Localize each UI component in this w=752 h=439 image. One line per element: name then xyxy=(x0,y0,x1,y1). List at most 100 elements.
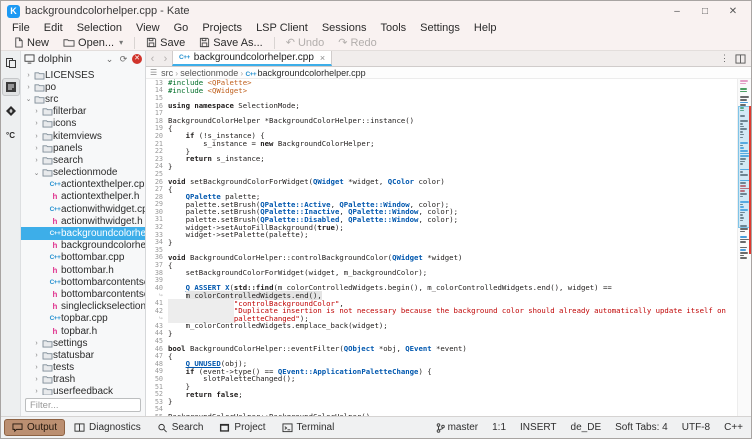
tree-item-tests[interactable]: ›tests xyxy=(21,362,145,374)
tree-expand-arrow[interactable]: ⌄ xyxy=(32,169,41,177)
status-utf-8[interactable]: UTF-8 xyxy=(682,422,710,433)
tree-item-licenses[interactable]: ›LICENSES xyxy=(21,69,145,81)
code-lines[interactable]: 13#include <QPalette>14#include <QWidget… xyxy=(146,79,737,416)
minimap-scrollbar[interactable] xyxy=(737,79,751,416)
code-line[interactable]: 53} xyxy=(146,398,737,406)
tree-expand-arrow[interactable]: › xyxy=(32,120,41,127)
tree-expand-arrow[interactable]: › xyxy=(32,340,41,347)
tree-expand-arrow[interactable]: › xyxy=(32,108,41,115)
status-de-de[interactable]: de_DE xyxy=(571,422,602,433)
tree-item-singleclickselectionproxy-[interactable]: hsingleclickselectionproxy... xyxy=(21,301,145,313)
status-master[interactable]: master xyxy=(436,422,479,433)
project-switch-chevron-icon[interactable]: ⌄ xyxy=(104,54,115,65)
code-line[interactable]: 33 widget->setPalette(palette); xyxy=(146,231,737,239)
code-line[interactable]: 24} xyxy=(146,163,737,171)
code-line[interactable]: 34} xyxy=(146,238,737,246)
open-button[interactable]: Open...▾ xyxy=(56,35,130,50)
close-button[interactable]: ✕ xyxy=(719,2,747,20)
menu-edit[interactable]: Edit xyxy=(37,21,70,35)
tree-item-kitemviews[interactable]: ›kitemviews xyxy=(21,130,145,142)
tree-item-topbar-cpp[interactable]: C++topbar.cpp xyxy=(21,313,145,325)
menu-settings[interactable]: Settings xyxy=(413,21,467,35)
open-dropdown-arrow[interactable]: ▾ xyxy=(119,38,123,47)
tree-item-bottombar-h[interactable]: hbottombar.h xyxy=(21,264,145,276)
git-tool-button[interactable] xyxy=(2,102,20,120)
tree-item-settings[interactable]: ›settings xyxy=(21,337,145,349)
minimize-button[interactable]: – xyxy=(663,2,691,20)
tree-filter-input[interactable] xyxy=(25,398,141,412)
menu-lsp-client[interactable]: LSP Client xyxy=(249,21,315,35)
tree-expand-arrow[interactable]: › xyxy=(32,157,41,164)
redo-button[interactable]: ↷Redo xyxy=(331,35,384,50)
tree-expand-arrow[interactable]: › xyxy=(24,72,33,79)
menu-view[interactable]: View xyxy=(129,21,167,35)
tree-item-userfeedback[interactable]: ›userfeedback xyxy=(21,386,145,395)
code-line[interactable]: 26void setBackgroundColorForWidget(QWidg… xyxy=(146,178,737,186)
code-line[interactable]: 23 return s_instance; xyxy=(146,155,737,163)
tree-item-trash[interactable]: ›trash xyxy=(21,374,145,386)
status-c++[interactable]: C++ xyxy=(724,422,743,433)
tab-backgroundcolorhelper[interactable]: C++ backgroundcolorhelper.cpp × xyxy=(172,51,332,66)
tree-expand-arrow[interactable]: › xyxy=(32,145,41,152)
tree-expand-arrow[interactable]: › xyxy=(32,376,41,383)
tree-item-backgroundcolorhelper-c-[interactable]: C++backgroundcolorhelper.c... xyxy=(21,227,145,239)
menu-file[interactable]: File xyxy=(5,21,37,35)
code-line[interactable]: 14#include <QWidget> xyxy=(146,87,737,95)
menu-tools[interactable]: Tools xyxy=(373,21,413,35)
save-button[interactable]: Save xyxy=(139,35,192,50)
tree-item-search[interactable]: ›search xyxy=(21,154,145,166)
code-line[interactable]: 50 slotPaletteChanged(); xyxy=(146,375,737,383)
tree-item-actionwithwidget-cpp[interactable]: C++actionwithwidget.cpp xyxy=(21,203,145,215)
tree-item-topbar-h[interactable]: htopbar.h xyxy=(21,325,145,337)
tab-close-icon[interactable]: × xyxy=(318,53,325,63)
toolview-button-output[interactable]: Output xyxy=(4,419,65,436)
toolview-button-search[interactable]: Search xyxy=(150,420,211,435)
menu-sessions[interactable]: Sessions xyxy=(315,21,374,35)
symbols-tool-button[interactable]: °C xyxy=(2,126,20,144)
tab-options-kebab-icon[interactable]: ⋮ xyxy=(720,53,729,64)
refresh-icon[interactable]: ⟳ xyxy=(118,54,129,65)
tree-item-po[interactable]: ›po xyxy=(21,81,145,93)
menu-help[interactable]: Help xyxy=(467,21,504,35)
code-line[interactable]: 36void BackgroundColorHelper::controlBac… xyxy=(146,254,737,262)
breadcrumb-file[interactable]: backgroundcolorhelper.cpp xyxy=(258,68,366,78)
tree-expand-arrow[interactable]: ⌄ xyxy=(24,95,33,103)
tree-item-actiontexthelper-cpp[interactable]: C++actiontexthelper.cpp xyxy=(21,179,145,191)
close-project-icon[interactable]: ✕ xyxy=(132,54,142,64)
save-as-button[interactable]: Save As... xyxy=(192,35,270,50)
tree-expand-arrow[interactable]: › xyxy=(32,133,41,140)
status-insert[interactable]: INSERT xyxy=(520,422,557,433)
code-line[interactable]: 16using namespace SelectionMode; xyxy=(146,102,737,110)
tree-expand-arrow[interactable]: › xyxy=(32,364,41,371)
history-forward-icon[interactable]: › xyxy=(159,51,172,66)
code-line[interactable]: 52 return false; xyxy=(146,390,737,398)
toolview-button-project[interactable]: Project xyxy=(212,420,272,435)
toolview-button-terminal[interactable]: Terminal xyxy=(275,420,342,435)
history-back-icon[interactable]: ‹ xyxy=(146,51,159,66)
hamburger-icon[interactable]: ☰ xyxy=(150,68,157,77)
code-line[interactable]: 18BackgroundColorHelper *BackgroundColor… xyxy=(146,117,737,125)
tree-expand-arrow[interactable]: › xyxy=(32,352,41,359)
tree-expand-arrow[interactable]: › xyxy=(32,388,41,395)
tree-item-bottombar-cpp[interactable]: C++bottombar.cpp xyxy=(21,252,145,264)
code-line[interactable]: 43 m_colorControlledWidgets.emplace_back… xyxy=(146,322,737,330)
documents-tool-button[interactable] xyxy=(2,54,20,72)
menu-go[interactable]: Go xyxy=(167,21,196,35)
status-1-1[interactable]: 1:1 xyxy=(492,422,506,433)
maximize-button[interactable]: □ xyxy=(691,2,719,20)
tree-expand-arrow[interactable]: › xyxy=(24,84,33,91)
code-view[interactable]: 13#include <QPalette>14#include <QWidget… xyxy=(146,79,751,416)
menu-selection[interactable]: Selection xyxy=(70,21,129,35)
breadcrumb-src[interactable]: src xyxy=(161,68,173,78)
tree-item-filterbar[interactable]: ›filterbar xyxy=(21,106,145,118)
code-line[interactable]: 38 setBackgroundColorForWidget(widget, m… xyxy=(146,269,737,277)
split-view-icon[interactable] xyxy=(735,54,746,64)
project-tool-button[interactable] xyxy=(2,78,20,96)
toolview-button-diagnostics[interactable]: Diagnostics xyxy=(67,420,148,435)
status-soft-tabs-4[interactable]: Soft Tabs: 4 xyxy=(615,422,668,433)
tree-item-actionwithwidget-h[interactable]: hactionwithwidget.h xyxy=(21,215,145,227)
code-line[interactable]: 46bool BackgroundColorHelper::eventFilte… xyxy=(146,345,737,353)
menu-projects[interactable]: Projects xyxy=(195,21,249,35)
undo-button[interactable]: ↶Undo xyxy=(279,35,332,50)
tree-item-panels[interactable]: ›panels xyxy=(21,142,145,154)
